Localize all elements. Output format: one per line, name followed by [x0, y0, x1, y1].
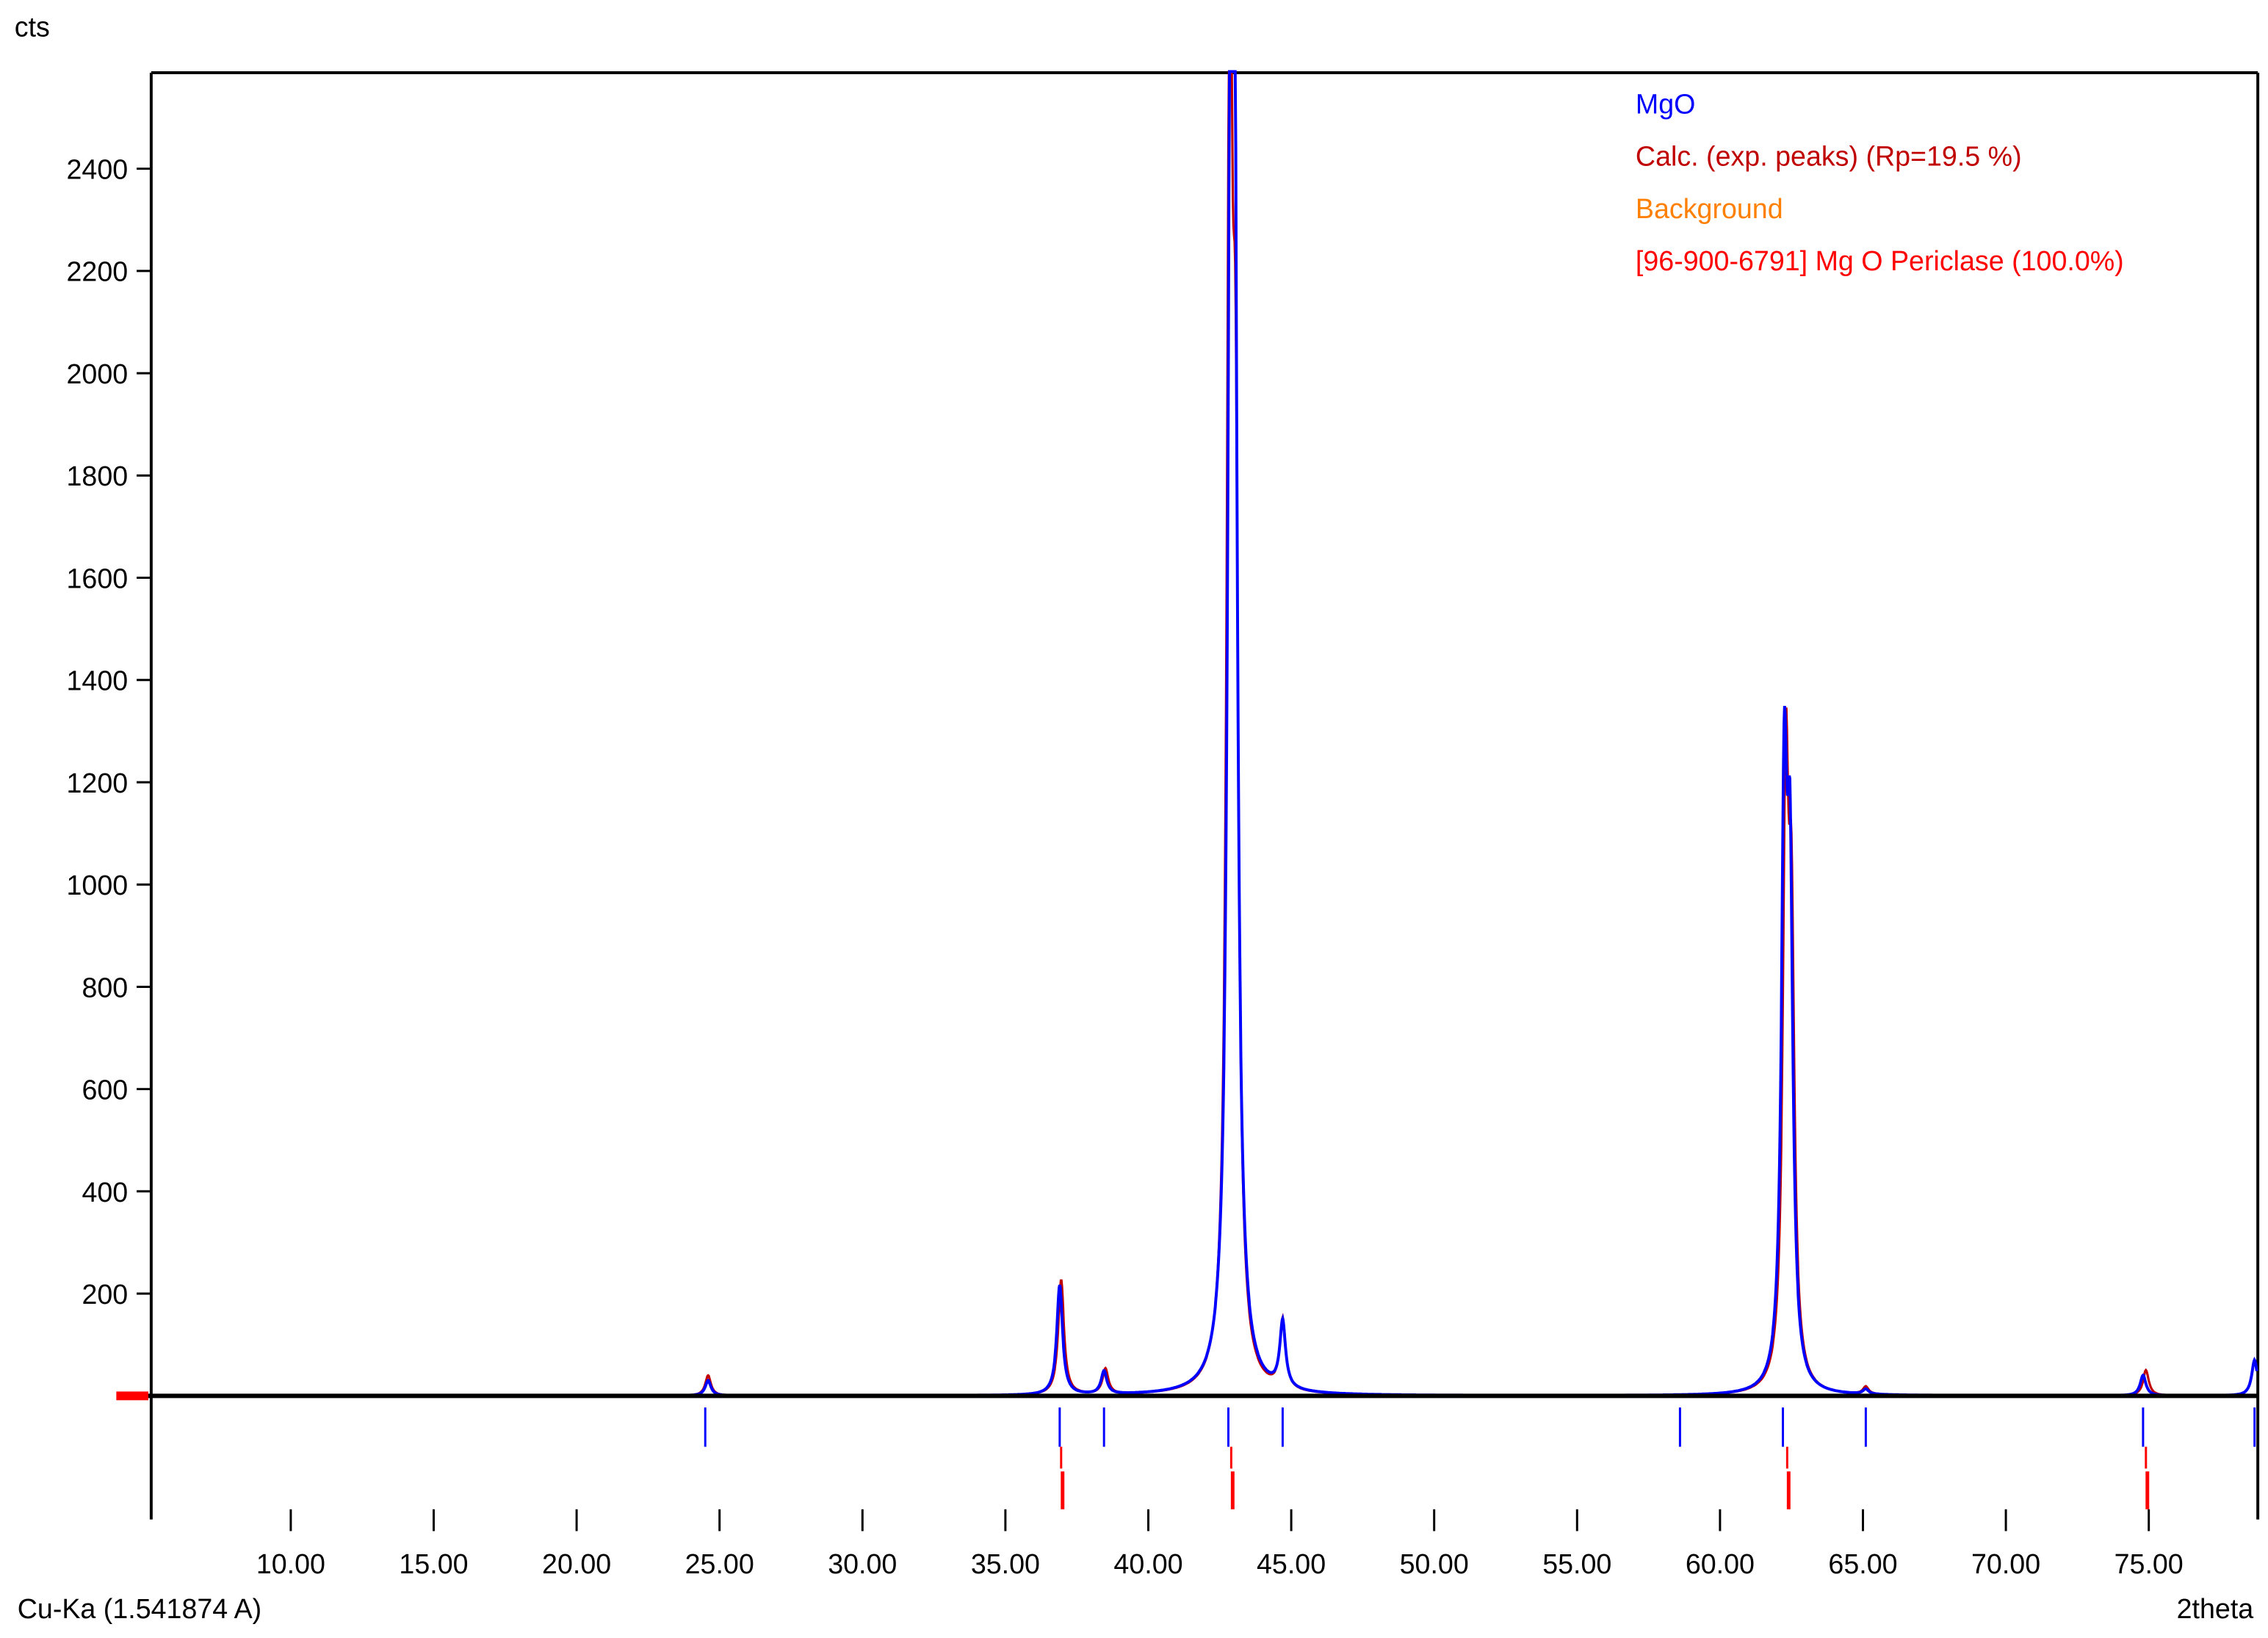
y-tick-label: 400 — [82, 1177, 128, 1208]
legend-calc: Calc. (exp. peaks) (Rp=19.5 %) — [1636, 141, 2022, 172]
x-tick-label: 15.00 — [399, 1548, 468, 1579]
y-axis-label: cts — [15, 12, 50, 43]
x-axis-label: 2theta — [2177, 1593, 2254, 1624]
legend-mgo: MgO — [1636, 88, 1696, 119]
x-tick-label: 10.00 — [256, 1548, 325, 1579]
x-tick-label: 65.00 — [1828, 1548, 1897, 1579]
radiation-label: Cu-Ka (1.541874 A) — [18, 1593, 261, 1624]
x-tick-label: 25.00 — [685, 1548, 754, 1579]
plot-frame — [151, 73, 2258, 1520]
x-tick-label: 20.00 — [542, 1548, 611, 1579]
y-tick-label: 1800 — [67, 461, 129, 491]
x-tick-label: 55.00 — [1542, 1548, 1611, 1579]
y-tick-label: 2200 — [67, 256, 129, 287]
y-tick-label: 600 — [82, 1075, 128, 1105]
legend-background: Background — [1636, 193, 1783, 224]
y-tick-label: 1200 — [67, 768, 129, 798]
x-tick-label: 50.00 — [1400, 1548, 1469, 1579]
x-tick-label: 35.00 — [971, 1548, 1040, 1579]
y-tick-label: 800 — [82, 972, 128, 1003]
x-tick-label: 60.00 — [1686, 1548, 1755, 1579]
x-tick-label: 70.00 — [1971, 1548, 2040, 1579]
x-tick-label: 40.00 — [1113, 1548, 1182, 1579]
y-tick-label: 1600 — [67, 563, 129, 593]
y-tick-label: 1400 — [67, 665, 129, 696]
x-tick-label: 30.00 — [828, 1548, 897, 1579]
y-tick-label: 2000 — [67, 358, 129, 389]
y-tick-label: 2400 — [67, 154, 129, 185]
y-tick-label: 1000 — [67, 870, 129, 901]
x-tick-label: 75.00 — [2114, 1548, 2184, 1579]
legend-periclase: [96-900-6791] Mg O Periclase (100.0%) — [1636, 245, 2124, 276]
y-tick-label: 200 — [82, 1279, 128, 1310]
legend: MgO Calc. (exp. peaks) (Rp=19.5 %) Backg… — [1636, 88, 2124, 276]
x-tick-label: 45.00 — [1257, 1548, 1326, 1579]
xrd-chart: cts 200 400 600 800 1000 1200 1400 1600 1800 2000… — [0, 0, 2268, 1638]
range-start-marker[interactable] — [116, 1391, 148, 1400]
